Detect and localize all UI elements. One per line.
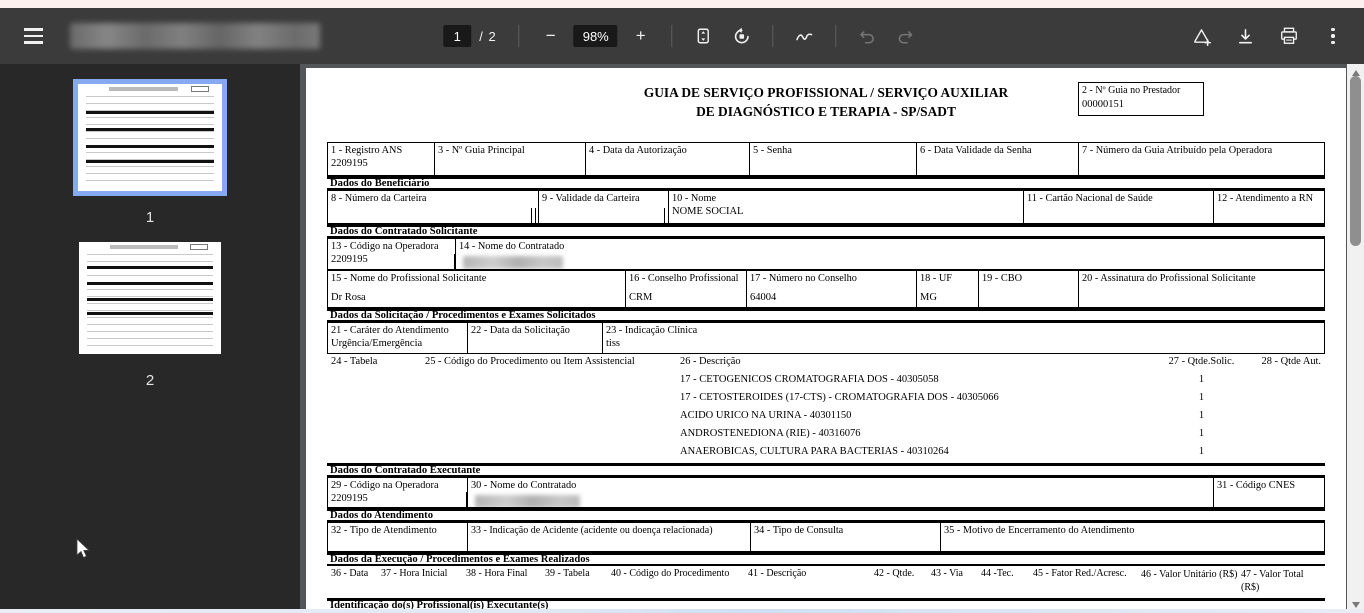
page-thumbnail-1[interactable] (73, 79, 227, 196)
zoom-out-button[interactable]: − (536, 21, 566, 51)
form-row-4: 15 - Nome do Profissional Solicitante Dr … (327, 270, 1325, 308)
zoom-level-input[interactable]: 98% (573, 25, 618, 47)
section-solicitacao: Dados da Solicitação / Procedimentos e E… (327, 308, 1325, 322)
section-execucao: Dados da Execução / Procedimentos e Exam… (327, 552, 1325, 566)
print-icon[interactable] (1274, 21, 1304, 51)
section-contratado-solicitante: Dados do Contratado Solicitante (327, 224, 1325, 238)
form-row-2: 8 - Número da Carteira 9 - Validade da C… (327, 190, 1325, 224)
section-contratado-executante: Dados do Contratado Executante (327, 463, 1325, 477)
procedure-row: ANDROSTENEDIONA (RIE) - 40316076 1 (680, 428, 1205, 439)
sadt-form: 1 - Registro ANS 2209195 3 - Nº Guia Prin… (327, 142, 1325, 613)
redo-icon[interactable] (891, 21, 921, 51)
form-row-6: 29 - Código na Operadora 2209195 30 - Nom… (327, 477, 1325, 508)
pdf-page-1: GUIA DE SERVIÇO PROFISSIONAL / SERVIÇO A… (306, 68, 1346, 613)
procedure-row: ACIDO URICO NA URINA - 40301150 1 (680, 410, 1205, 421)
annotate-pen-icon[interactable] (790, 21, 820, 51)
thumbnail-page-number: 1 (145, 209, 155, 226)
thumbnail-preview (86, 86, 214, 185)
pdf-toolbar: 1 / 2 − 98% + (0, 8, 1364, 64)
redacted-contratado-name (475, 495, 580, 507)
guia-prestador-box: 2 - Nº Guia no Prestador 00000151 (1078, 82, 1204, 116)
divider (772, 25, 774, 47)
section-atendimento: Dados do Atendimento (327, 508, 1325, 522)
procedure-row: 17 - CETOGENICOS CROMATOGRAFIA DOS - 403… (680, 374, 1205, 385)
section-beneficiario: Dados do Beneficiário (327, 176, 1325, 190)
form-row-7: 32 - Tipo de Atendimento 33 - Indicação … (327, 522, 1325, 552)
document-title-redacted (70, 23, 320, 49)
pdf-viewer-area[interactable]: GUIA DE SERVIÇO PROFISSIONAL / SERVIÇO A… (300, 64, 1347, 613)
procedures-table: 24 - Tabela 25 - Código do Procedimento … (327, 354, 1325, 457)
form-row-3: 13 - Código na Operadora 2209195 14 - Nom… (327, 238, 1325, 270)
divider (835, 25, 837, 47)
procedure-row: 17 - CETOSTEROIDES (17-CTS) - CROMATOGRA… (680, 392, 1205, 403)
rotate-icon[interactable] (727, 21, 757, 51)
divider (518, 25, 520, 47)
form-row-5: 21 - Caráter do Atendimento Urgência/Emer… (327, 322, 1325, 354)
procedure-row: ANAEROBICAS, CULTURA PARA BACTERIAS - 40… (680, 446, 1205, 457)
page-thumbnail-2[interactable] (79, 242, 221, 354)
undo-icon[interactable] (853, 21, 883, 51)
page-total-label: / 2 (479, 28, 497, 44)
procedures-header: 24 - Tabela 25 - Código do Procedimento … (331, 356, 1321, 367)
form-row-1: 1 - Registro ANS 2209195 3 - Nº Guia Prin… (327, 142, 1325, 176)
thumbnail-preview (87, 244, 213, 348)
browser-top-strip (0, 0, 1364, 8)
add-text-annotation-icon[interactable] (1186, 21, 1216, 51)
page-number-input[interactable]: 1 (443, 25, 472, 47)
more-options-icon[interactable] (1318, 21, 1348, 51)
execution-header-row: 36 - Data 37 - Hora Inicial 38 - Hora Fi… (331, 568, 1304, 593)
thumbnail-sidebar: 1 2 (0, 64, 300, 613)
divider (671, 25, 673, 47)
zoom-in-button[interactable]: + (626, 21, 656, 51)
fit-to-page-icon[interactable] (689, 21, 719, 51)
download-icon[interactable] (1230, 21, 1260, 51)
thumbnail-page-number: 2 (145, 372, 155, 389)
redacted-contratado-name (463, 256, 563, 269)
bottom-window-edge (0, 609, 1364, 613)
mouse-cursor (76, 538, 91, 559)
scrollbar-thumb[interactable] (1349, 76, 1361, 246)
menu-icon[interactable] (16, 19, 50, 53)
vertical-scrollbar[interactable] (1347, 64, 1364, 613)
